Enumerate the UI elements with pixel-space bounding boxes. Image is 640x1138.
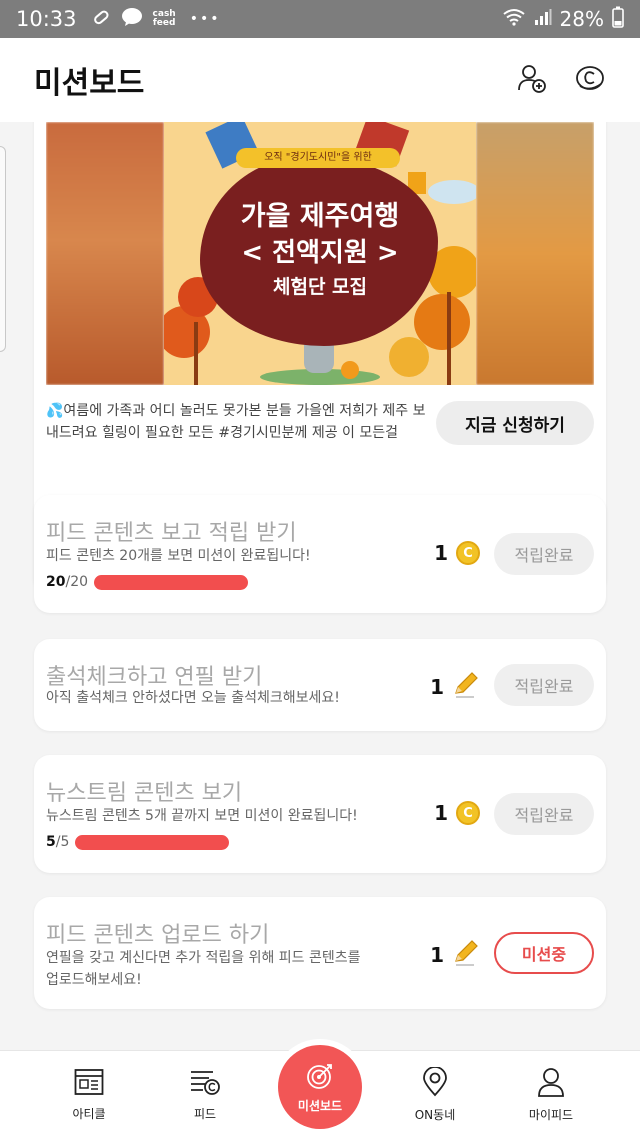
- mission-reward: 1 C: [434, 801, 480, 825]
- progress-total: /5: [55, 834, 70, 850]
- pill-icon: [91, 7, 111, 31]
- battery-percent: 28%: [559, 7, 604, 31]
- banner-blur-left: [46, 122, 164, 385]
- nav-label: 아티클: [72, 1107, 106, 1121]
- mission-card-attendance[interactable]: 출석체크하고 연필 받기 아직 출석체크 안하셨다면 오늘 출석체크해보세요! …: [34, 639, 606, 731]
- mission-status-button[interactable]: 적립완료: [494, 664, 594, 706]
- mission-status-button[interactable]: 적립완료: [494, 533, 594, 575]
- reward-amount: 1: [434, 801, 448, 825]
- coin-icon: C: [456, 541, 480, 565]
- target-icon: [305, 1061, 335, 1094]
- nav-label: 미션보드: [297, 1098, 343, 1113]
- nav-label: 마이피드: [528, 1108, 574, 1122]
- mission-description-line1: 연필을 갖고 계신다면 추가 적립을 위해 피드 콘텐츠를: [46, 950, 361, 966]
- bottom-nav: 아티클 피드 미션보드 ON동네 마이피드: [0, 1039, 640, 1138]
- mission-title: 피드 콘텐츠 보고 적립 받기: [46, 521, 297, 546]
- reward-amount: 1: [430, 675, 444, 699]
- mission-board-fab[interactable]: 미션보드: [278, 1045, 362, 1129]
- nav-mission-board[interactable]: 미션보드: [272, 1039, 368, 1135]
- banner-artwork: 오직 "경기도시민"을 위한 가을 제주여행 < 전액지원 > 체험단 모집: [164, 122, 476, 385]
- feed-icon: [189, 1068, 221, 1099]
- mission-title: 뉴스트림 콘텐츠 보기: [46, 781, 243, 806]
- mission-progress: 5 /5: [46, 834, 230, 850]
- banner-image[interactable]: 오직 "경기도시민"을 위한 가을 제주여행 < 전액지원 > 체험단 모집: [46, 122, 594, 385]
- mission-list[interactable]: 오직 "경기도시민"을 위한 가을 제주여행 < 전액지원 > 체험단 모집 💦…: [0, 122, 640, 1050]
- banner-title-line3: 체험단 모집: [272, 276, 367, 298]
- chat-icon: [121, 7, 143, 31]
- coin-icon: C: [456, 801, 480, 825]
- progress-bar: [94, 574, 249, 590]
- progress-bar: [75, 834, 230, 850]
- mission-description: 뉴스트림 콘텐츠 5개 끝까지 보면 미션이 완료됩니다!: [46, 808, 358, 824]
- mission-reward: 1 C: [434, 541, 480, 565]
- status-bar: 10:33 cash feed ••• 28%: [0, 0, 640, 38]
- mission-description: 피드 콘텐츠 20개를 보면 미션이 완료됩니다!: [46, 548, 311, 564]
- banner-title-line1: 가을 제주여행: [240, 201, 400, 232]
- pencil-icon: [452, 939, 480, 971]
- person-icon: [537, 1067, 565, 1100]
- nav-label: ON동네: [414, 1108, 456, 1122]
- coin-icon[interactable]: [574, 62, 606, 98]
- more-dots: •••: [189, 11, 221, 27]
- app-header: 미션보드: [0, 38, 640, 122]
- article-icon: [74, 1068, 104, 1099]
- progress-current: 20: [46, 574, 66, 590]
- progress-total: /20: [65, 574, 89, 590]
- banner-blur-right: [476, 122, 594, 385]
- mission-reward: 1: [430, 671, 480, 703]
- signal-icon: [534, 7, 552, 31]
- page-title: 미션보드: [34, 66, 145, 101]
- mission-progress: 20 /20: [46, 574, 249, 590]
- mission-status-button[interactable]: 적립완료: [494, 793, 594, 835]
- cashfeed-icon: cash feed: [152, 9, 176, 28]
- nav-feed[interactable]: 피드: [150, 1051, 260, 1138]
- apply-now-button[interactable]: 지금 신청하기: [436, 401, 594, 445]
- add-friend-icon[interactable]: [516, 62, 548, 98]
- pencil-icon: [452, 671, 480, 703]
- reward-amount: 1: [430, 943, 444, 967]
- mission-card-feed-upload[interactable]: 피드 콘텐츠 업로드 하기 연필을 갖고 계신다면 추가 적립을 위해 피드 콘…: [34, 897, 606, 1009]
- location-pin-icon: [422, 1066, 448, 1100]
- banner-ribbon: 오직 "경기도시민"을 위한: [236, 148, 400, 168]
- mission-description: 아직 출석체크 안하셨다면 오늘 출석체크해보세요!: [46, 690, 340, 706]
- banner-description: 💦여름에 가족과 어디 놀러도 못가본 분들 가을엔 저희가 제주 보내드려요 …: [46, 403, 426, 441]
- mission-reward: 1: [430, 939, 480, 971]
- status-time: 10:33: [16, 7, 77, 31]
- nav-my-feed[interactable]: 마이피드: [496, 1051, 606, 1138]
- wifi-icon: [502, 7, 526, 31]
- battery-icon: [612, 6, 624, 33]
- mission-description-line2: 업로드해보세요!: [46, 972, 142, 988]
- mission-card-feed-view[interactable]: 피드 콘텐츠 보고 적립 받기 피드 콘텐츠 20개를 보면 미션이 완료됩니다…: [34, 495, 606, 613]
- nav-on-neighborhood[interactable]: ON동네: [380, 1051, 490, 1138]
- mission-status-button[interactable]: 미션중: [494, 932, 594, 974]
- nav-label: 피드: [193, 1107, 217, 1121]
- progress-current: 5: [46, 834, 56, 850]
- mission-title: 피드 콘텐츠 업로드 하기: [46, 923, 270, 948]
- reward-amount: 1: [434, 541, 448, 565]
- mission-description: 연필을 갖고 계신다면 추가 적립을 위해 피드 콘텐츠를 업로드해보세요!: [46, 947, 361, 991]
- nav-article[interactable]: 아티클: [34, 1051, 144, 1138]
- banner-title-line2: < 전액지원 >: [241, 238, 399, 268]
- mission-card-newstream[interactable]: 뉴스트림 콘텐츠 보기 뉴스트림 콘텐츠 5개 끝까지 보면 미션이 완료됩니다…: [34, 755, 606, 873]
